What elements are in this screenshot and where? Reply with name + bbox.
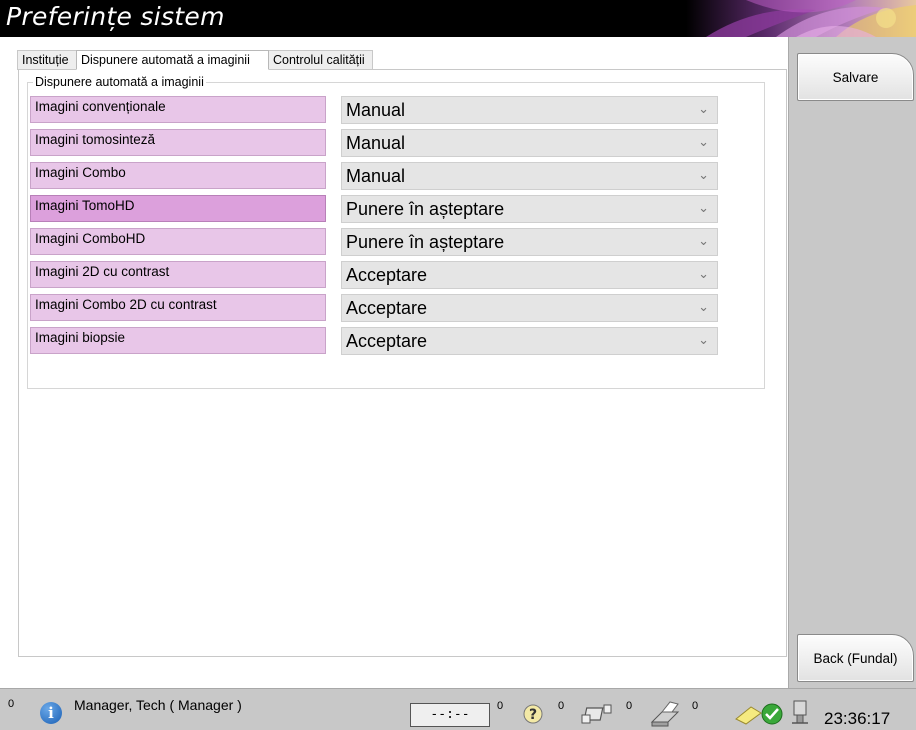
select-value: Punere în așteptare xyxy=(346,199,505,219)
current-user[interactable]: Manager, Tech ( Manager ) xyxy=(74,697,242,713)
chevron-down-icon: ⌄ xyxy=(698,233,709,248)
window-title: Preferințe sistem xyxy=(6,2,225,31)
save-button[interactable]: Salvare xyxy=(797,53,914,101)
row-label-combo-2d-contrast: Imagini Combo 2D cu contrast xyxy=(30,294,326,321)
svg-text:?: ? xyxy=(529,707,537,723)
title-flower-image xyxy=(686,0,916,37)
select-value: Acceptare xyxy=(346,265,428,285)
row-label-2d-contrast: Imagini 2D cu contrast xyxy=(30,261,326,288)
select-combo-2d-contrast[interactable]: Acceptare ⌄ xyxy=(341,294,718,322)
row-label-combo: Imagini Combo xyxy=(30,162,326,189)
row-label-tomosinteza: Imagini tomosinteză xyxy=(30,129,326,156)
select-value: Acceptare xyxy=(346,331,428,351)
back-button[interactable]: Back (Fundal) xyxy=(797,634,914,682)
timer-icon[interactable]: --:-- xyxy=(410,703,490,727)
timer-count: 0 xyxy=(497,700,504,712)
row-label-biopsie: Imagini biopsie xyxy=(30,327,326,354)
title-bar: Preferințe sistem xyxy=(0,0,916,37)
help-icon[interactable]: ? xyxy=(522,703,544,725)
info-icon[interactable]: i xyxy=(40,702,62,724)
printer-icon[interactable] xyxy=(648,700,682,728)
tab-institutie[interactable]: Instituție xyxy=(17,50,77,70)
chevron-down-icon: ⌄ xyxy=(698,299,709,314)
tab-dispunere-automata[interactable]: Dispunere automată a imaginii xyxy=(76,50,269,70)
select-combo[interactable]: Manual ⌄ xyxy=(341,162,718,190)
chevron-down-icon: ⌄ xyxy=(698,200,709,215)
network-icon[interactable] xyxy=(580,702,616,726)
tab-controlul-calitatii[interactable]: Controlul calității xyxy=(268,50,373,70)
select-value: Acceptare xyxy=(346,298,428,318)
select-value: Punere în așteptare xyxy=(346,232,505,252)
row-label-conventionale: Imagini convenționale xyxy=(30,96,326,123)
group-legend: Dispunere automată a imaginii xyxy=(33,75,206,89)
chevron-down-icon: ⌄ xyxy=(698,266,709,281)
status-left-count: 0 xyxy=(8,698,15,710)
select-tomosinteza[interactable]: Manual ⌄ xyxy=(341,129,718,157)
select-2d-contrast[interactable]: Acceptare ⌄ xyxy=(341,261,718,289)
clock: 23:36:17 xyxy=(824,709,891,728)
select-biopsie[interactable]: Acceptare ⌄ xyxy=(341,327,718,355)
select-value: Manual xyxy=(346,166,406,186)
row-label-tomohd: Imagini TomoHD xyxy=(30,195,326,222)
usb-icon[interactable] xyxy=(788,699,812,727)
chevron-down-icon: ⌄ xyxy=(698,167,709,182)
select-conventionale[interactable]: Manual ⌄ xyxy=(341,96,718,124)
select-value: Manual xyxy=(346,133,406,153)
select-tomohd[interactable]: Punere în așteptare ⌄ xyxy=(341,195,718,223)
chevron-down-icon: ⌄ xyxy=(698,101,709,116)
chevron-down-icon: ⌄ xyxy=(698,332,709,347)
row-label-combohd: Imagini ComboHD xyxy=(30,228,326,255)
select-value: Manual xyxy=(346,100,406,120)
chevron-down-icon: ⌄ xyxy=(698,134,709,149)
sidebar xyxy=(788,37,916,688)
check-icon[interactable] xyxy=(760,702,784,726)
help-count: 0 xyxy=(558,700,565,712)
select-combohd[interactable]: Punere în așteptare ⌄ xyxy=(341,228,718,256)
notes-icon[interactable] xyxy=(733,703,763,725)
printer-count: 0 xyxy=(692,700,699,712)
network-count: 0 xyxy=(626,700,633,712)
